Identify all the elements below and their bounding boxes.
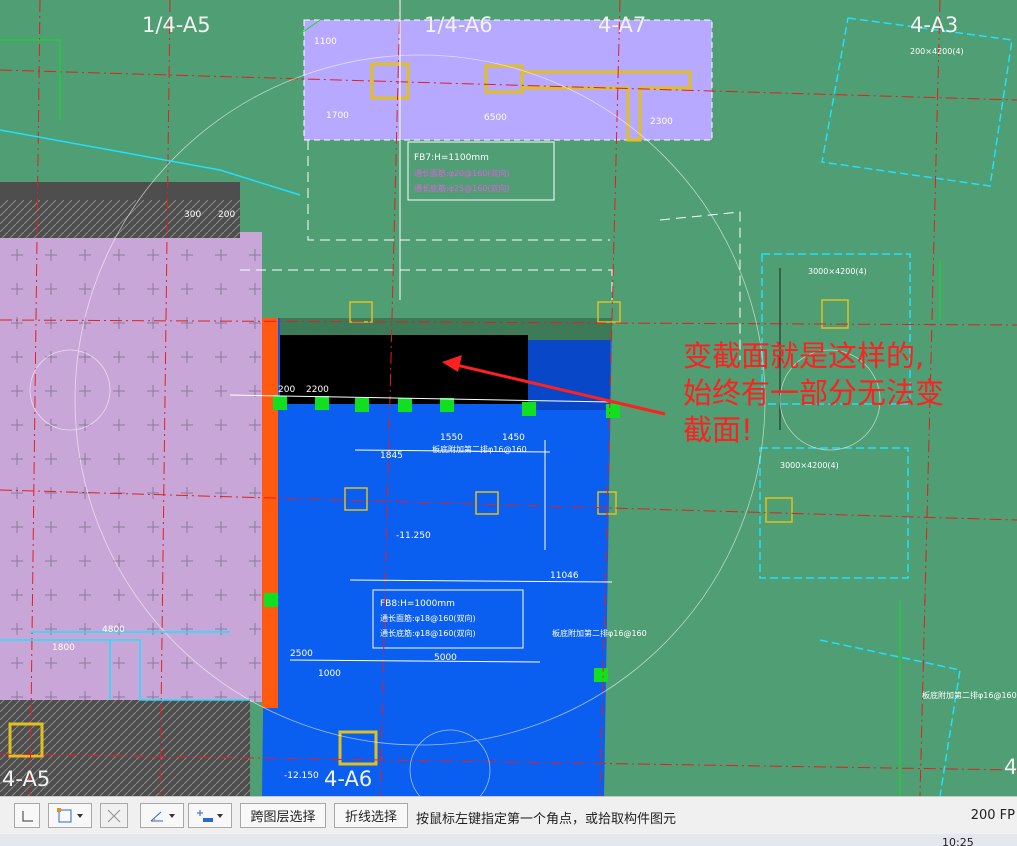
annotation-line: 变截面就是这样的, [683, 339, 925, 373]
axis-label: 4-A5 [2, 767, 50, 791]
beam-note: 通长底筋:φ25@160(双向) [414, 183, 510, 193]
beam-note: 通长底筋:φ18@160(双向) [380, 628, 476, 638]
axis-label: 4-A6 [324, 767, 372, 791]
dimension: 2500 [290, 649, 313, 659]
dimension: 1100 [314, 37, 337, 47]
ortho-button[interactable] [14, 803, 40, 828]
dimension: 1550 [440, 433, 463, 443]
cancel-x-icon [107, 809, 121, 822]
cross-layer-select-button[interactable]: 跨图层选择 [240, 803, 326, 828]
angle-button[interactable] [140, 803, 184, 828]
chevron-down-icon [217, 813, 223, 818]
pile-cap-label: 3000×4200(4) [780, 461, 839, 470]
axis-label: 1/4-A5 [142, 13, 211, 37]
dimension: 1800 [52, 643, 75, 653]
polyline-select-button[interactable]: 折线选择 [334, 803, 408, 828]
ortho-icon [22, 810, 33, 821]
elevation: -12.150 [284, 771, 319, 781]
cancel-button[interactable] [100, 803, 128, 828]
axis-label: 4-A7 [598, 13, 646, 37]
chevron-down-icon [77, 813, 83, 818]
dimension: 6500 [484, 113, 507, 123]
angle-icon [150, 811, 163, 821]
status-prompt: 按鼠标左键指定第一个角点，或拾取构件图元 [416, 812, 677, 827]
bottom-toolbar: 跨图层选择 折线选择 按鼠标左键指定第一个角点，或拾取构件图元 200 FP [0, 796, 1017, 834]
rect-select-icon [57, 807, 72, 822]
pile-cap-label: 3000×4200(4) [808, 267, 867, 276]
os-taskbar: 10:25 [0, 834, 1017, 846]
axis-label: 1/4-A6 [424, 13, 493, 37]
dimension: 1700 [326, 111, 349, 121]
align-button[interactable] [188, 803, 232, 828]
annotation-text: 变截面就是这样的, 始终有一部分无法变 截面! [683, 338, 1003, 449]
dimension: 200 [218, 210, 235, 220]
clock: 10:25 [942, 836, 974, 846]
chevron-down-icon [169, 813, 175, 818]
pile-cap-label: 200×4200(4) [910, 47, 964, 56]
beam-note: FB7:H=1100mm [414, 153, 489, 163]
slab-note: 板底附加第二排φ16@160 [922, 690, 1017, 700]
dimension: 11046 [550, 571, 579, 581]
axis-label: 4-A3 [910, 13, 958, 37]
rect-select-button[interactable] [48, 803, 92, 828]
left-slab-region[interactable] [0, 182, 262, 796]
dimension: 4800 [102, 625, 125, 635]
dimension: 200 [278, 385, 295, 395]
beam-note: 通长面筋:φ18@160(双向) [380, 613, 476, 623]
slab-note: 板底附加第二排φ16@160 [552, 628, 647, 638]
beam-note: 通长面筋:φ20@160(双向) [414, 168, 510, 178]
annotation-line: 始终有一部分无法变 [683, 376, 945, 410]
dimension: 1450 [502, 433, 525, 443]
dimension: 1000 [318, 669, 341, 679]
axis-label: 4 [1004, 755, 1017, 779]
dimension: 1845 [380, 451, 403, 461]
fps-readout: 200 FP [970, 808, 1015, 823]
dimension: 2200 [306, 385, 329, 395]
align-icon [197, 809, 213, 822]
dimension: 2300 [650, 117, 673, 127]
dimension: 5000 [434, 653, 457, 663]
dimension: 300 [184, 210, 201, 220]
slab-note: 板底附加第二排φ16@160 [432, 444, 527, 454]
elevation: -11.250 [396, 531, 431, 541]
beam-note: FB8:H=1000mm [380, 599, 455, 609]
annotation-line: 截面! [683, 413, 753, 447]
